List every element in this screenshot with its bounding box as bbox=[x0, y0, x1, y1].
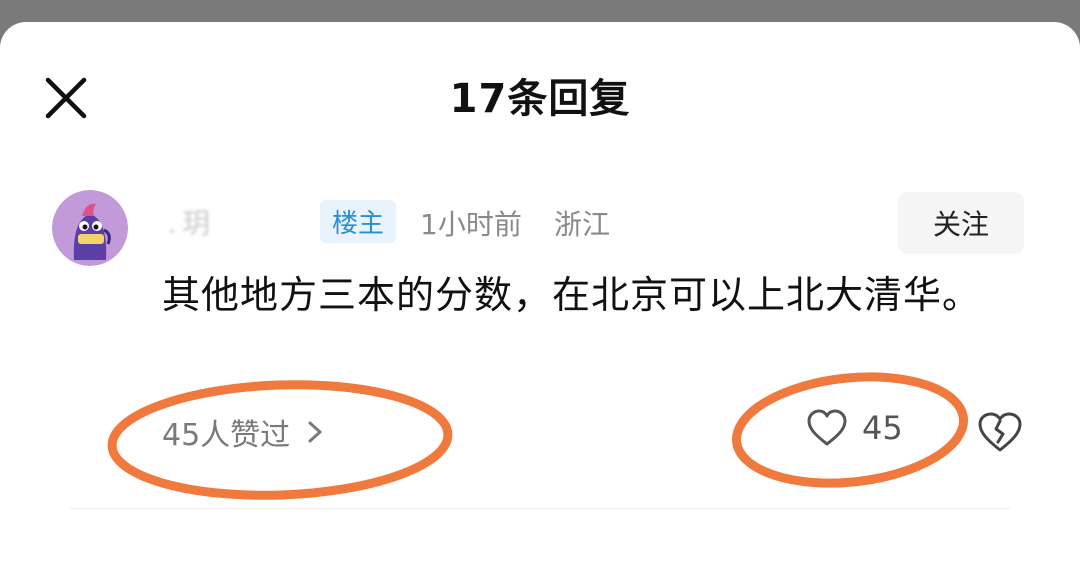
username[interactable]: . 玥 bbox=[162, 202, 211, 242]
comment-location: 浙江 bbox=[554, 208, 611, 241]
sheet-title: 17条回复 bbox=[449, 76, 631, 122]
op-badge: 楼主 bbox=[320, 200, 397, 243]
divider bbox=[70, 508, 1010, 509]
dislike-button[interactable] bbox=[976, 410, 1024, 454]
comment-time: 1小时前 bbox=[420, 208, 522, 241]
chevron-right-icon bbox=[308, 421, 322, 443]
mascot-avatar-icon bbox=[52, 190, 128, 266]
like-count: 45 bbox=[862, 409, 903, 447]
like-button[interactable]: 45 bbox=[806, 408, 903, 448]
reply-sheet: 17条回复 . 玥 楼主 1小时前 浙江 关注 其他地方三本的分数，在北京可以上… bbox=[0, 22, 1080, 564]
likers-link[interactable]: 45人赞过 bbox=[162, 410, 324, 454]
heart-icon bbox=[807, 409, 847, 446]
avatar[interactable] bbox=[52, 190, 128, 266]
likers-label: 45人赞过 bbox=[162, 418, 291, 453]
broken-heart-icon bbox=[978, 412, 1022, 452]
comment-text: 其他地方三本的分数，在北京可以上北大清华。 bbox=[162, 273, 982, 317]
follow-button[interactable]: 关注 bbox=[898, 192, 1024, 254]
